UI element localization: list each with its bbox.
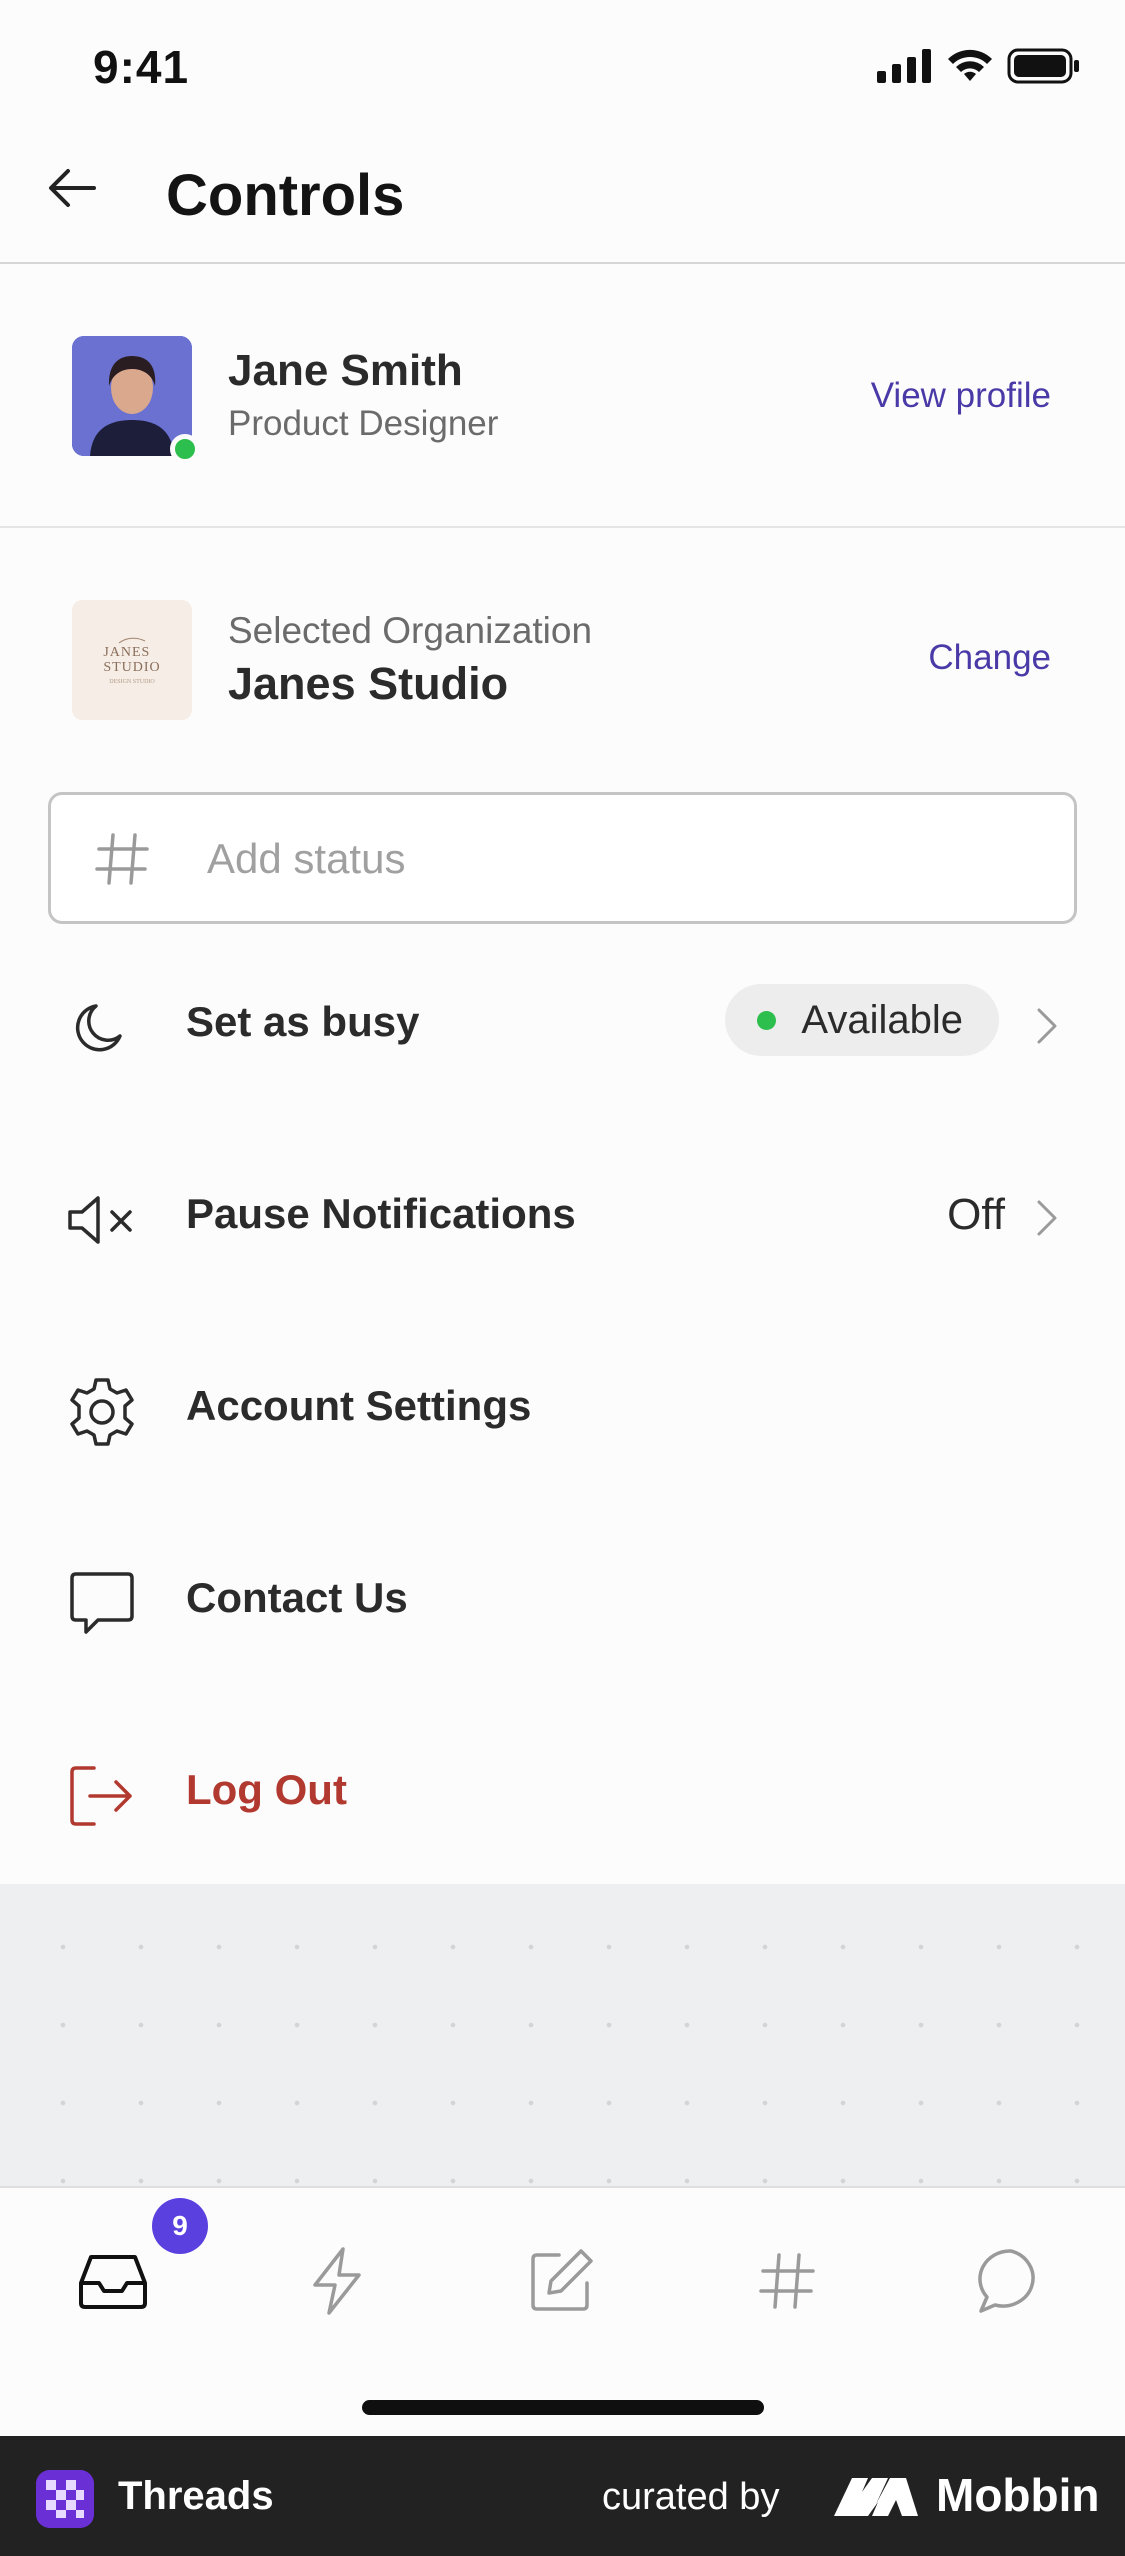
account-settings-row[interactable]: Account Settings <box>0 1308 1125 1500</box>
pause-notifications-label: Pause Notifications <box>186 1190 576 1237</box>
page-title: Controls <box>166 163 405 228</box>
threads-app-logo <box>36 2470 94 2528</box>
profile-section: Jane Smith Product Designer View profile <box>0 264 1125 528</box>
pause-notifications-value: Off <box>947 1190 1005 1239</box>
mobbin-logo-icon <box>834 2478 918 2516</box>
online-status-dot <box>170 434 200 464</box>
tab-channels[interactable] <box>732 2226 842 2336</box>
change-organization-link[interactable]: Change <box>928 638 1051 678</box>
status-bar: 9:41 <box>0 0 1125 140</box>
profile-role: Product Designer <box>228 404 499 443</box>
empty-background-area <box>0 1884 1125 2186</box>
logout-icon <box>62 1756 142 1836</box>
availability-badge[interactable]: Available <box>725 984 999 1056</box>
status-input[interactable]: Add status <box>48 792 1077 924</box>
contact-us-row[interactable]: Contact Us <box>0 1500 1125 1692</box>
chat-icon <box>978 2249 1035 2313</box>
available-dot <box>757 1011 777 1030</box>
compose-icon <box>531 2249 593 2311</box>
log-out-label: Log Out <box>186 1766 347 1813</box>
status-time: 9:41 <box>93 41 190 93</box>
battery-icon <box>1007 48 1079 84</box>
account-settings-label: Account Settings <box>186 1382 532 1429</box>
status-placeholder: Add status <box>207 835 406 882</box>
header: Controls <box>0 140 1125 264</box>
tab-activity[interactable] <box>282 2226 392 2336</box>
tab-inbox[interactable] <box>58 2226 168 2336</box>
chevron-right-icon <box>1037 1200 1057 1236</box>
tab-bar: 9 <box>0 2186 1125 2436</box>
avatar[interactable] <box>72 336 200 464</box>
view-profile-link[interactable]: View profile <box>871 376 1051 416</box>
tab-messages[interactable] <box>956 2226 1066 2336</box>
profile-name: Jane Smith <box>228 346 463 395</box>
hash-icon <box>95 833 149 885</box>
organization-name: Janes Studio <box>228 658 509 709</box>
inbox-badge: 9 <box>152 2198 208 2254</box>
pause-notifications-row[interactable]: Pause Notifications Off <box>0 1116 1125 1308</box>
status-icons <box>877 48 1081 84</box>
footer-app-name: Threads <box>118 2474 274 2518</box>
availability-label: Available <box>801 997 963 1042</box>
organization-caption: Selected Organization <box>228 610 593 651</box>
contact-us-label: Contact Us <box>186 1574 408 1621</box>
speaker-muted-icon <box>62 1180 142 1260</box>
attribution-footer: Threads curated by Mobbin <box>0 2436 1125 2556</box>
footer-curated-by: curated by <box>602 2476 780 2518</box>
leaf-ornament-icon <box>118 637 146 644</box>
lightning-icon <box>313 2247 361 2315</box>
tab-compose[interactable] <box>506 2226 616 2336</box>
inbox-icon <box>79 2255 147 2309</box>
set-as-busy-label: Set as busy <box>186 998 420 1045</box>
cellular-signal-icon <box>877 49 931 83</box>
arrow-left-icon <box>49 169 96 207</box>
home-indicator <box>362 2400 764 2415</box>
wifi-icon <box>948 49 992 81</box>
chevron-right-icon <box>1037 1008 1057 1044</box>
moon-icon <box>62 988 142 1068</box>
hash-icon <box>759 2253 815 2309</box>
set-as-busy-row[interactable]: Set as busy Available <box>0 924 1125 1116</box>
organization-logo: JANES STUDIO DESIGN STUDIO <box>72 600 192 720</box>
back-button[interactable] <box>36 152 108 224</box>
footer-brand: Mobbin <box>936 2469 1100 2521</box>
organization-section: JANES STUDIO DESIGN STUDIO Selected Organ… <box>0 528 1125 768</box>
chat-bubble-icon <box>62 1564 142 1644</box>
gear-icon <box>62 1372 142 1452</box>
log-out-row[interactable]: Log Out <box>0 1692 1125 1884</box>
